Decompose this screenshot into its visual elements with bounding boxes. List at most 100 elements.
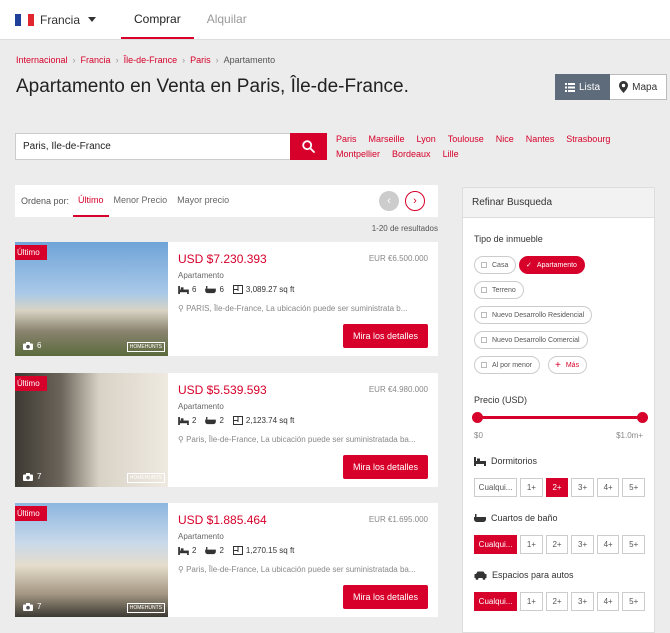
checkbox-icon [481,262,487,268]
price-slider-max-handle[interactable] [637,412,648,423]
sort-option-highest-price[interactable]: Mayor precio [172,185,234,217]
listing-info: USD $7.230.393 EUR €6.500.000 Apartament… [168,242,438,356]
price-label: Precio (USD) [474,395,528,405]
parking-option[interactable]: 4+ [596,592,620,611]
list-view-button[interactable]: Lista [555,74,611,100]
search-box [15,133,327,160]
city-link[interactable]: Montpellier [336,149,380,159]
breadcrumb-link[interactable]: Paris [190,55,211,65]
listing-location: ⚲ PARIS, Île-de-France, La ubicación pue… [178,304,428,313]
parking-option[interactable]: 2+ [545,592,569,611]
photo-count: 7 [23,602,41,611]
prev-page-button[interactable]: ‹ [379,191,399,211]
photo-count-value: 7 [37,602,42,611]
area-spec: 1,270.15 sq ft [232,546,294,555]
beds-spec: 6 [178,285,196,294]
view-details-button[interactable]: Mira los detalles [343,585,428,609]
sort-option-lowest-price[interactable]: Menor Precio [109,185,173,217]
bathrooms-option[interactable]: 1+ [520,535,543,554]
watermark-logo: HOMEHUNTS [126,473,165,483]
listing-photo[interactable]: Último 6 HOMEHUNTS [15,242,168,356]
parking-option[interactable]: Cualqui... [474,592,518,611]
city-link[interactable]: Lyon [417,134,436,144]
tab-alquilar[interactable]: Alquilar [194,0,260,39]
type-chip-nuevo-residencial[interactable]: Nuevo Desarrollo Residencial [474,306,593,324]
bathrooms-option[interactable]: 2+ [545,535,569,554]
sort-option-latest[interactable]: Último [73,185,109,217]
listing-photo[interactable]: Último 7 HOMEHUNTS [15,373,168,487]
city-link[interactable]: Nantes [526,134,555,144]
listing-card[interactable]: Último 6 HOMEHUNTS USD $7.230.393 EUR €6… [15,242,438,356]
type-chip-label: Nuevo Desarrollo Residencial [492,311,585,319]
map-view-button[interactable]: Mapa [610,74,668,100]
view-toggle: Lista Mapa [555,74,668,100]
city-link[interactable]: Paris [336,134,357,144]
bedrooms-label-text: Dormitorios [491,456,538,466]
type-chip-terreno[interactable]: Terreno [474,281,524,299]
more-types-button[interactable]: + Más [548,356,588,374]
breadcrumb-link[interactable]: Internacional [16,55,68,65]
parking-option[interactable]: 3+ [571,592,594,611]
city-link[interactable]: Lille [443,149,459,159]
search-input[interactable] [15,133,290,160]
city-link[interactable]: Bordeaux [392,149,431,159]
listing-photo[interactable]: Último 7 HOMEHUNTS [15,503,168,617]
breadcrumb-link[interactable]: Île-de-France [124,55,178,65]
type-chip-al-por-menor[interactable]: Al por menor [474,356,541,374]
listing-card[interactable]: Último 7 HOMEHUNTS USD $1.885.464 EUR €1… [15,503,438,617]
chevron-right-icon: › [413,195,417,207]
city-link[interactable]: Nice [496,134,514,144]
search-button[interactable] [290,133,327,160]
plus-icon: + [555,359,561,371]
tab-comprar[interactable]: Comprar [121,0,194,39]
popular-cities: Paris Marseille Lyon Toulouse Nice Nante… [336,134,636,159]
listing-type: Apartamento [178,402,224,411]
bathrooms-option[interactable]: Cualqui... [474,535,518,554]
beds-value: 2 [192,416,197,425]
type-chip-label: Terreno [492,286,516,294]
area-value: 3,089.27 sq ft [245,285,295,294]
view-details-button[interactable]: Mira los detalles [343,324,428,348]
listing-type: Apartamento [178,271,224,280]
floorplan-icon [232,416,243,425]
next-page-button[interactable]: › [405,191,425,211]
parking-option[interactable]: 1+ [520,592,543,611]
type-chip-casa[interactable]: Casa [474,256,517,274]
bathtub-icon [205,416,217,424]
area-spec: 3,089.27 sq ft [232,285,295,294]
parking-option[interactable]: 5+ [622,592,646,611]
bathrooms-option[interactable]: 3+ [571,535,594,554]
price-max-label: $1.0m+ [616,431,643,440]
bedrooms-option[interactable]: 2+ [545,478,569,497]
city-link[interactable]: Marseille [369,134,405,144]
view-details-button[interactable]: Mira los detalles [343,455,428,479]
city-link[interactable]: Toulouse [448,134,484,144]
bed-icon [178,285,189,294]
listing-card[interactable]: Último 7 HOMEHUNTS USD $5.539.593 EUR €4… [15,373,438,487]
location-text: Paris, Île-de-France, La ubicación puede… [186,435,416,444]
baths-spec: 2 [205,546,224,555]
breadcrumb-link[interactable]: Francia [81,55,111,65]
breadcrumb-separator: › [182,55,186,65]
bathrooms-option[interactable]: 4+ [596,535,620,554]
bedrooms-option[interactable]: 3+ [571,478,594,497]
bedrooms-option[interactable]: 5+ [622,478,646,497]
price-slider-min-handle[interactable] [472,412,483,423]
type-chip-nuevo-comercial[interactable]: Nuevo Desarrollo Comercial [474,331,588,349]
bathrooms-label-text: Cuartos de baño [491,513,558,523]
parking-label-text: Espacios para autos [492,570,574,580]
bed-icon [178,546,189,555]
bathrooms-option[interactable]: 5+ [622,535,646,554]
baths-value: 2 [219,546,224,555]
city-link[interactable]: Strasbourg [566,134,610,144]
listing-location: ⚲ Paris, Île-de-France, La ubicación pue… [178,435,428,444]
bedrooms-option[interactable]: 4+ [596,478,620,497]
bedrooms-option[interactable]: 1+ [520,478,543,497]
floorplan-icon [232,546,243,555]
country-selector[interactable]: Francia [0,0,111,39]
type-chip-apartamento[interactable]: ✓ Apartamento [519,256,585,274]
car-icon [474,571,487,580]
country-name: Francia [40,12,81,27]
bedrooms-option[interactable]: Cualqui... [474,478,518,497]
breadcrumb-current: Apartamento [223,55,276,65]
